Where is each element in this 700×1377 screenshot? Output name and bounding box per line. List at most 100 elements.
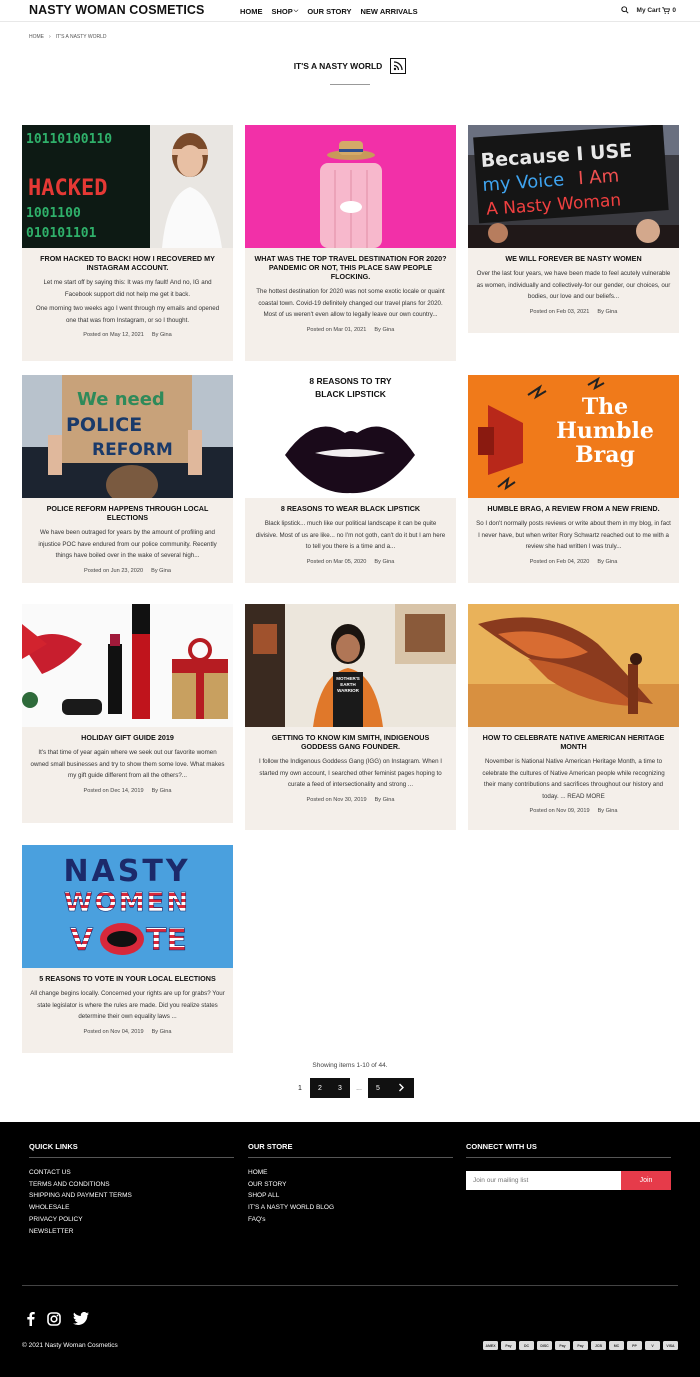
copyright: © 2021 Nasty Woman Cosmetics	[22, 1342, 118, 1349]
post-title[interactable]: HOLIDAY GIFT GUIDE 2019	[30, 733, 225, 742]
post-author: By Gina	[151, 787, 172, 794]
post-title[interactable]: 8 REASONS TO WEAR BLACK LIPSTICK	[253, 504, 448, 513]
footer-our-store: OUR STORE HOME OUR STORY SHOP ALL IT'S A…	[248, 1142, 453, 1226]
cart-icon	[662, 6, 671, 14]
post-image-humble-brag[interactable]: The Humble Brag	[468, 375, 679, 498]
post-meta: Posted on Mar 05, 2020 By Gina	[253, 559, 448, 565]
twitter-icon[interactable]	[73, 1311, 89, 1330]
facebook-icon[interactable]	[26, 1311, 35, 1331]
post-excerpt: All change begins locally. Concerned you…	[30, 990, 225, 1020]
post-meta: Posted on Dec 14, 2019 By Gina	[30, 788, 225, 794]
nav-new-arrivals[interactable]: NEW ARRIVALS	[361, 7, 418, 16]
page-2[interactable]: 2	[310, 1078, 330, 1098]
footer-heading: QUICK LINKS	[29, 1142, 234, 1158]
post-title[interactable]: 5 REASONS TO VOTE IN YOUR LOCAL ELECTION…	[30, 974, 225, 983]
post-title[interactable]: WHAT WAS THE TOP TRAVEL DESTINATION FOR …	[253, 254, 448, 281]
post-image-protest-sign[interactable]: Because I USE my Voice I Am A Nasty Woma…	[468, 125, 679, 248]
post-image-vote[interactable]: NASTY WOMEN V TE	[22, 845, 233, 968]
svg-text:010101101: 010101101	[26, 226, 97, 241]
post-author: By Gina	[374, 796, 395, 803]
chevron-right-icon: ›	[49, 34, 51, 40]
svg-text:WOMEN: WOMEN	[64, 888, 190, 918]
post-image-gift[interactable]	[22, 604, 233, 727]
nav-shop[interactable]: SHOP ⌵	[272, 7, 299, 16]
cart-link[interactable]: My Cart 0	[637, 7, 676, 14]
blog-card[interactable]: MOTHER'S EARTH WARRIOR GETTING TO KNOW K…	[245, 604, 456, 830]
post-author: By Gina	[151, 567, 171, 574]
blog-card[interactable]: HOW TO CELEBRATE NATIVE AMERICAN HERITAG…	[468, 604, 679, 830]
page-ellipsis: ...	[356, 1084, 362, 1092]
footer-link-faq[interactable]: FAQ's	[248, 1214, 453, 1226]
footer-link-privacy[interactable]: PRIVACY POLICY	[29, 1214, 234, 1226]
post-title[interactable]: GETTING TO KNOW KIM SMITH, INDIGENOUS GO…	[253, 733, 448, 751]
post-excerpt: We have been outraged for years by the a…	[38, 529, 217, 559]
footer-quick-links: QUICK LINKS CONTACT US TERMS AND CONDITI…	[29, 1142, 234, 1237]
blog-card[interactable]: NASTY WOMEN V TE 5 REASONS TO VOTE IN YO…	[22, 845, 233, 1053]
breadcrumb-home[interactable]: HOME	[29, 34, 44, 40]
post-title[interactable]: HUMBLE BRAG, A REVIEW FROM A NEW FRIEND.	[476, 504, 671, 513]
footer-connect: CONNECT WITH US Join	[466, 1142, 671, 1190]
chevron-right-icon	[398, 1083, 405, 1094]
page-1[interactable]: 1	[290, 1078, 310, 1098]
blog-card[interactable]: HOLIDAY GIFT GUIDE 2019 It's that time o…	[22, 604, 233, 823]
post-title[interactable]: POLICE REFORM HAPPENS THROUGH LOCAL ELEC…	[30, 504, 225, 522]
post-title[interactable]: WE WILL FOREVER BE NASTY WOMEN	[476, 254, 671, 263]
page-3[interactable]: 3	[330, 1078, 350, 1098]
post-image-black-lips[interactable]: 8 REASONS TO TRY BLACK LIPSTICK	[245, 375, 456, 498]
venmo-icon: V	[645, 1341, 660, 1350]
post-meta: Posted on Nov 04, 2019 By Gina	[30, 1029, 225, 1035]
paypal-icon: PP	[627, 1341, 642, 1350]
post-image-suitcase[interactable]	[245, 125, 456, 248]
newsletter-form: Join	[466, 1171, 671, 1190]
nav-label: HOME	[240, 7, 263, 16]
footer-link-terms[interactable]: TERMS AND CONDITIONS	[29, 1179, 234, 1191]
next-page-button[interactable]	[388, 1078, 414, 1098]
post-image-kim-smith[interactable]: MOTHER'S EARTH WARRIOR	[245, 604, 456, 727]
site-logo[interactable]: NASTY WOMAN COSMETICS	[29, 3, 204, 17]
post-excerpt: November is National Native American Her…	[482, 758, 665, 800]
footer-link-our-story[interactable]: OUR STORY	[248, 1179, 453, 1191]
post-image-wings[interactable]	[468, 604, 679, 727]
payment-methods: AMEX Pay DC DISC Pay Pay JCB MC PP V VIS…	[483, 1341, 678, 1350]
instagram-icon[interactable]	[47, 1311, 61, 1331]
post-excerpt: Over the last four years, we have been m…	[476, 270, 671, 300]
join-button[interactable]: Join	[621, 1171, 671, 1190]
blog-card[interactable]: We need POLICE REFORM POLICE REFORM HAPP…	[22, 375, 233, 583]
page-5[interactable]: 5	[368, 1078, 388, 1098]
post-title[interactable]: HOW TO CELEBRATE NATIVE AMERICAN HERITAG…	[476, 733, 671, 751]
search-icon[interactable]	[620, 6, 629, 14]
post-excerpt: Let me start off by saying this: It was …	[43, 279, 212, 298]
blog-card[interactable]: WHAT WAS THE TOP TRAVEL DESTINATION FOR …	[245, 125, 456, 361]
diners-club-icon: DC	[519, 1341, 534, 1350]
footer-link-home[interactable]: HOME	[248, 1167, 453, 1179]
footer-link-wholesale[interactable]: WHOLESALE	[29, 1202, 234, 1214]
rss-icon[interactable]	[390, 58, 407, 74]
amex-icon: AMEX	[483, 1341, 498, 1350]
blog-card[interactable]: 8 REASONS TO TRY BLACK LIPSTICK 8 REASON…	[245, 375, 456, 583]
page-title-wrap: IT'S A NASTY WORLD	[0, 56, 700, 74]
breadcrumb: HOME › IT'S A NASTY WORLD	[29, 34, 107, 40]
main-nav: HOME SHOP ⌵ OUR STORY NEW ARRIVALS	[240, 7, 418, 16]
footer-link-blog[interactable]: IT'S A NASTY WORLD BLOG	[248, 1202, 453, 1214]
nav-home[interactable]: HOME	[240, 7, 263, 16]
footer-link-newsletter[interactable]: NEWSLETTER	[29, 1226, 234, 1238]
mailing-list-input[interactable]	[466, 1171, 621, 1190]
blog-card[interactable]: Because I USE my Voice I Am A Nasty Woma…	[468, 125, 679, 333]
post-excerpt: Black lipstick... much like our politica…	[255, 520, 446, 550]
post-image-hacked[interactable]: 10110100110 1001100 010101101 HACKED	[22, 125, 233, 248]
footer-link-shipping[interactable]: SHIPPING AND PAYMENT TERMS	[29, 1190, 234, 1202]
post-meta: Posted on Nov 30, 2019 By Gina	[253, 797, 448, 803]
post-author: By Gina	[597, 308, 618, 315]
image-caption: The Humble Brag	[556, 394, 654, 468]
blog-card[interactable]: The Humble Brag HUMBLE BRAG, A REVIEW FR…	[468, 375, 679, 583]
nav-our-story[interactable]: OUR STORY	[307, 7, 351, 16]
footer-link-shop-all[interactable]: SHOP ALL	[248, 1190, 453, 1202]
footer-link-contact[interactable]: CONTACT US	[29, 1167, 234, 1179]
post-date: Posted on Dec 14, 2019	[83, 787, 144, 794]
post-title[interactable]: FROM HACKED TO BACK! HOW I RECOVERED MY …	[30, 254, 225, 272]
post-image-police-reform[interactable]: We need POLICE REFORM	[22, 375, 233, 498]
post-excerpt: One morning two weeks ago I went through…	[35, 305, 220, 324]
post-excerpt: I follow the Indigenous Goddess Gang (IG…	[259, 758, 442, 788]
blog-card[interactable]: 10110100110 1001100 010101101 HACKED FRO…	[22, 125, 233, 361]
post-meta: Posted on Feb 04, 2020 By Gina	[476, 559, 671, 565]
